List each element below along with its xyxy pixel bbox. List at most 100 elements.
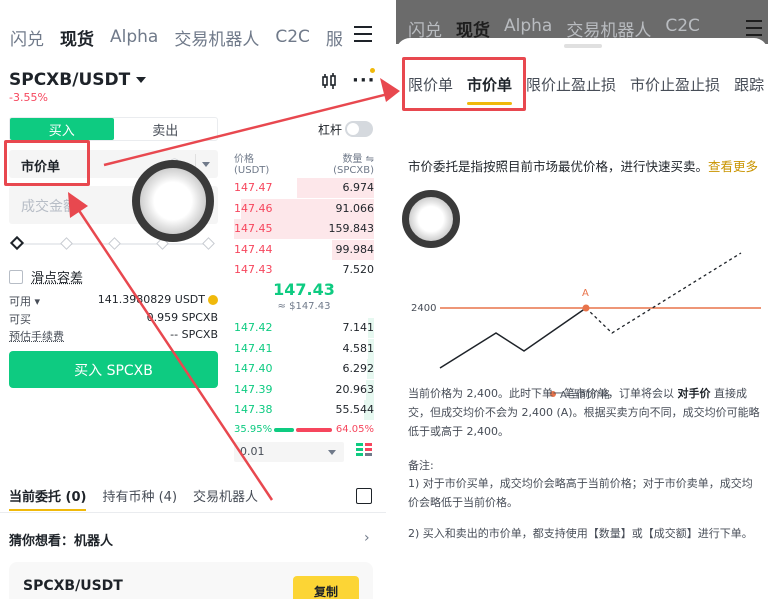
sheet-handle[interactable] xyxy=(564,44,602,48)
copy-button[interactable]: 复制 xyxy=(293,576,359,599)
qty-col-header[interactable]: 数量 ⇋ (SPCXB) xyxy=(333,150,374,176)
market-order-description: 市价委托是指按照目前市场最优价格，进行快速买卖。查看更多 xyxy=(408,156,760,178)
note-1: 1) 对于市价买单，成交均价会略高于当前价格；对于市价卖单，成交均价会略低于当前… xyxy=(408,477,753,509)
tab-bots[interactable]: 交易机器人 xyxy=(193,486,258,511)
available-label: 可用 ▾ xyxy=(9,295,41,308)
slippage-option[interactable]: 滑点容差 xyxy=(9,267,83,286)
ask-row[interactable]: 147.43 7.520 xyxy=(234,260,374,280)
tab-trailing[interactable]: 跟踪 xyxy=(734,74,764,95)
orders-tabs: 当前委托 (0) 持有币种 (4) 交易机器人 xyxy=(9,486,258,511)
bid-row[interactable]: 147.40 6.292 xyxy=(234,359,374,379)
leverage-label: 杠杆 xyxy=(318,123,343,137)
chevron-down-icon xyxy=(136,77,147,83)
note-title: 备注: xyxy=(408,459,434,472)
pair-selector[interactable]: SPCXB/USDT xyxy=(9,70,147,90)
ask-quantity: 159.843 xyxy=(328,222,375,235)
sell-ratio: 64.05% xyxy=(335,424,374,435)
buy-tab[interactable]: 买入 xyxy=(10,118,114,140)
order-history-icon[interactable] xyxy=(356,488,372,504)
buy-ratio-bar xyxy=(274,428,294,432)
add-funds-icon[interactable] xyxy=(208,295,218,305)
depth-select[interactable]: 0.01 xyxy=(234,442,344,462)
divider xyxy=(0,512,386,513)
card-pair: SPCXB/USDT xyxy=(23,578,123,594)
ask-row[interactable]: 147.46 91.066 xyxy=(234,198,375,219)
slippage-checkbox[interactable] xyxy=(9,269,23,284)
slider-knob[interactable] xyxy=(9,235,25,251)
slippage-label: 滑点容差 xyxy=(31,271,84,286)
can-buy-value: 0.959 SPCXB xyxy=(146,311,218,324)
sell-ratio-bar xyxy=(296,428,332,432)
ask-price: 147.43 xyxy=(234,263,273,276)
bid-quantity: 6.292 xyxy=(342,362,375,375)
chevron-right-icon[interactable]: › xyxy=(364,530,370,546)
tab-limit-tpsl[interactable]: 限价止盈止损 xyxy=(526,74,616,95)
ask-row[interactable]: 147.44 99.984 xyxy=(234,239,375,260)
bid-price: 147.39 xyxy=(234,382,273,396)
last-price-value: 147.43 xyxy=(273,280,335,299)
slider-mark-100[interactable] xyxy=(202,237,215,250)
bid-row[interactable]: 147.39 20.963 xyxy=(234,379,374,400)
bottom-sheet: 限价单 市价单 限价止盈止损 市价止盈止损 跟踪 市价委托是指按照目前市场最优价… xyxy=(396,38,768,599)
bid-quantity: 55.544 xyxy=(335,403,375,416)
amount-placeholder: 成交金额 xyxy=(21,199,77,215)
learn-more-link[interactable]: 查看更多 xyxy=(708,159,758,174)
ask-row[interactable]: 147.45 159.843 xyxy=(234,219,374,239)
ask-price: 147.47 xyxy=(234,181,273,194)
bid-row[interactable]: 147.41 4.581 xyxy=(234,338,375,359)
fee-value: -- SPCXB xyxy=(170,328,218,341)
menu-icon[interactable] xyxy=(354,26,372,42)
buy-sell-ratio: 35.95% 64.05% xyxy=(234,424,374,436)
tab-market-tpsl[interactable]: 市价止盈止损 xyxy=(630,74,720,95)
bid-row[interactable]: 147.38 55.544 xyxy=(234,400,374,420)
screenshot-root: 闪兑 现货 Alpha 交易机器人 C2C 服 SPCXB/USDT -3.55… xyxy=(0,0,768,599)
top-nav: 闪兑 现货 Alpha 交易机器人 C2C 服 xyxy=(10,22,343,52)
more-icon[interactable]: ··· xyxy=(352,70,376,91)
tab-open-orders[interactable]: 当前委托 (0) xyxy=(9,486,87,511)
bid-quantity: 7.141 xyxy=(342,321,375,334)
trade-panel: 闪兑 现货 Alpha 交易机器人 C2C 服 SPCXB/USDT -3.55… xyxy=(0,0,386,599)
slider-mark-25[interactable] xyxy=(60,237,73,250)
nav-item-bots[interactable]: 交易机器人 xyxy=(174,25,259,50)
chevron-down-icon xyxy=(202,162,210,167)
suggestion-title[interactable]: 猜你想看：机器人 xyxy=(9,530,113,549)
order-type-help-panel: 闪兑 现货 Alpha 交易机器人 C2C 限价单 市价单 限价止盈止损 市价止… xyxy=(396,0,768,599)
ask-quantity: 91.066 xyxy=(335,201,375,215)
note-2: 2) 买入和卖出的市价单，都支持使用【数量】或【成交额】进行下单。 xyxy=(408,527,753,540)
sell-tab[interactable]: 卖出 xyxy=(114,118,218,140)
bid-row[interactable]: 147.42 7.141 xyxy=(234,318,374,338)
tab-holdings[interactable]: 持有币种 (4) xyxy=(102,486,177,511)
available-value: 141.3980829 USDT xyxy=(98,293,218,306)
touch-indicator xyxy=(402,190,460,248)
bid-price: 147.42 xyxy=(234,321,273,334)
can-buy-label: 可买 xyxy=(9,313,31,326)
nav-item-spot[interactable]: 现货 xyxy=(60,25,94,50)
nav-item-swap[interactable]: 闪兑 xyxy=(10,25,44,50)
buy-button[interactable]: 买入 SPCXB xyxy=(9,351,218,388)
market-order-diagram: 2400 A A-当前价格 xyxy=(411,252,761,401)
last-price: 147.43 ≈ $147.43 xyxy=(234,280,374,312)
ask-quantity: 99.984 xyxy=(335,242,375,256)
leverage-toggle[interactable] xyxy=(345,121,373,137)
buy-sell-toggle: 买入 卖出 xyxy=(9,117,218,141)
ask-price: 147.45 xyxy=(234,222,273,235)
bot-card[interactable]: SPCXB/USDT 复制 xyxy=(9,562,373,599)
depth-value: 0.01 xyxy=(240,445,265,458)
chevron-down-icon xyxy=(328,450,336,455)
price-projection-line xyxy=(585,252,742,334)
slider-mark-50[interactable] xyxy=(108,237,121,250)
ask-quantity: 7.520 xyxy=(342,263,375,276)
price-change: -3.55% xyxy=(9,91,48,104)
candlestick-icon[interactable] xyxy=(320,72,338,90)
ask-price: 147.46 xyxy=(234,201,273,215)
orderbook-layout-icon[interactable] xyxy=(356,442,372,458)
nav-item-c2c[interactable]: C2C xyxy=(275,27,310,47)
bid-quantity: 4.581 xyxy=(342,341,375,355)
ask-price: 147.44 xyxy=(234,242,273,256)
bid-price: 147.40 xyxy=(234,362,273,375)
nav-item-more[interactable]: 服 xyxy=(326,25,343,50)
explanation-paragraph: 当前价格为 2,400。此时下单一笔市价单，订单将会以 对手价 直接成交，但成交… xyxy=(408,387,760,438)
bid-price: 147.38 xyxy=(234,403,273,416)
ask-row[interactable]: 147.47 6.974 xyxy=(234,178,374,198)
nav-item-alpha[interactable]: Alpha xyxy=(110,27,158,47)
